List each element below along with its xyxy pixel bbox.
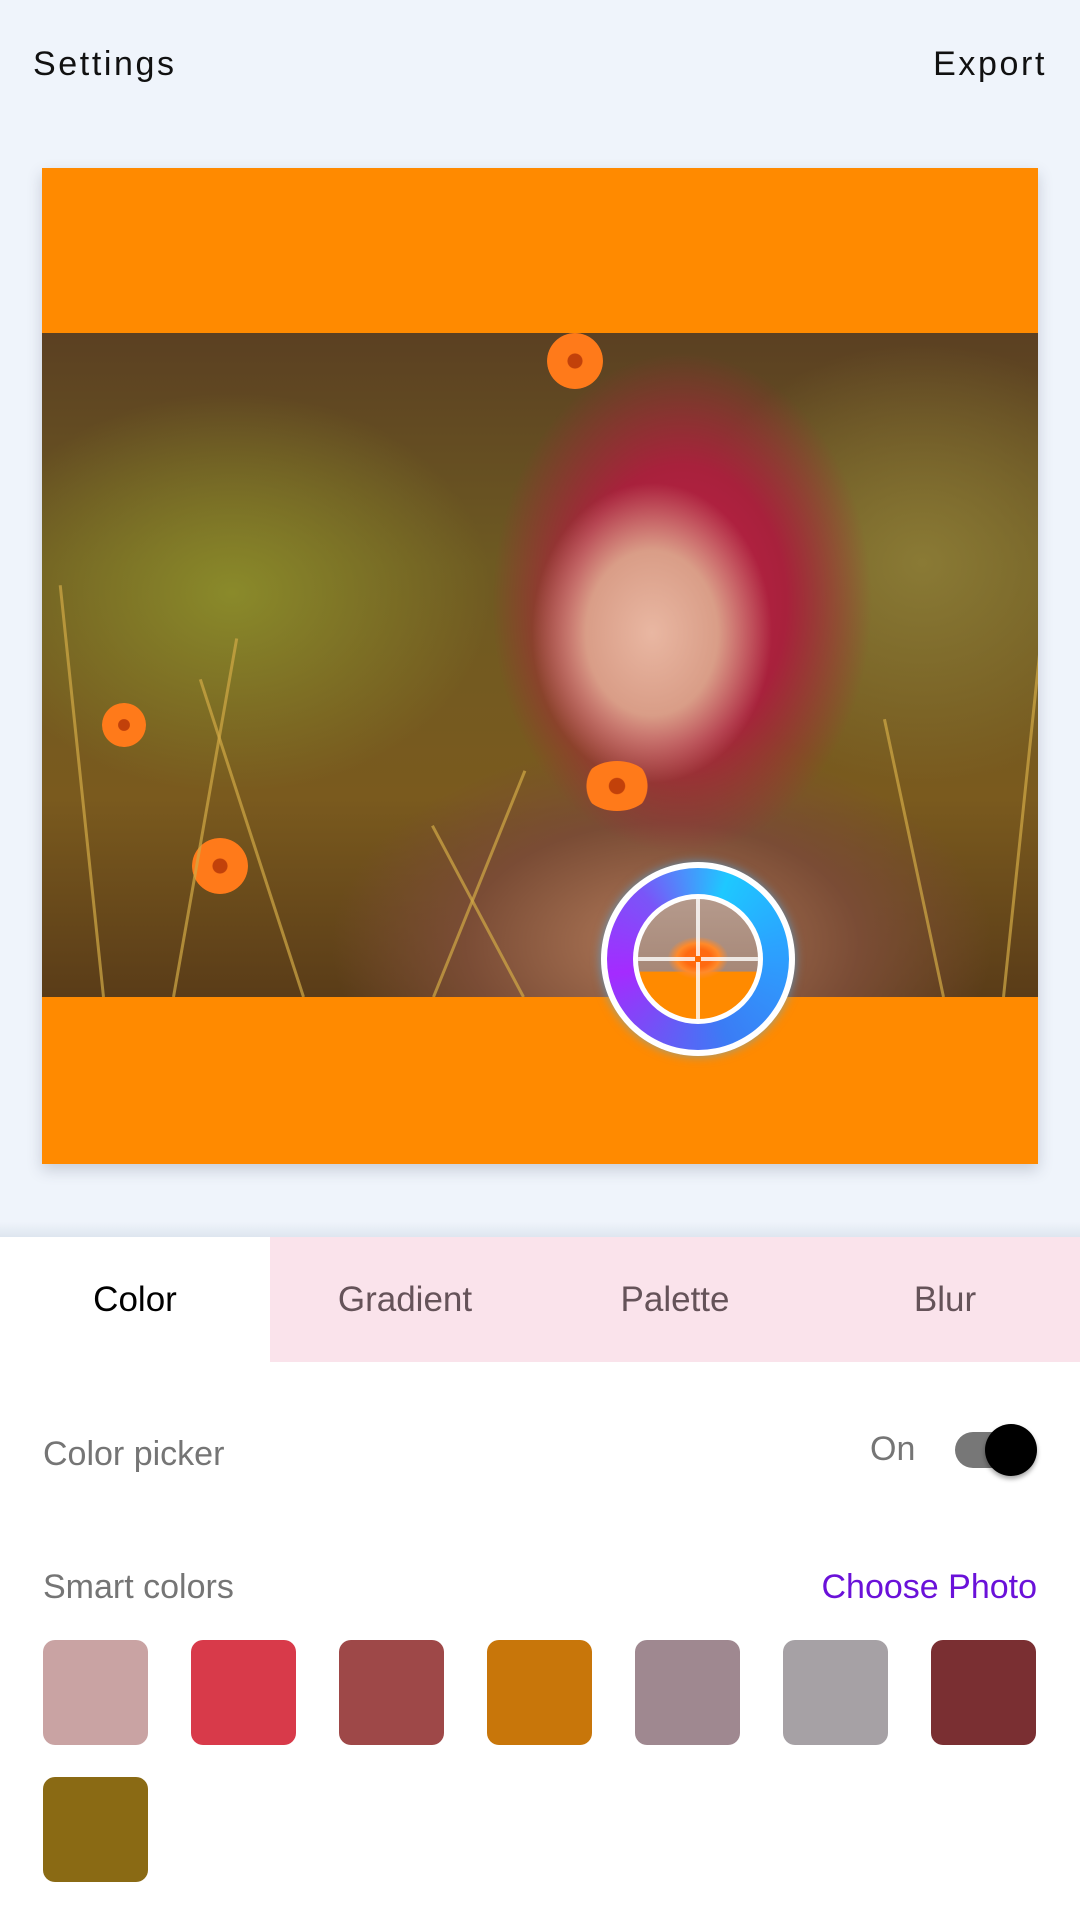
tab-gradient[interactable]: Gradient: [270, 1237, 540, 1362]
color-swatch[interactable]: [43, 1640, 148, 1745]
top-bar: Settings Export: [0, 0, 1080, 130]
color-picker-handle[interactable]: [601, 862, 795, 1056]
tab-color[interactable]: Color: [0, 1237, 270, 1362]
crosshair-center: [695, 956, 701, 962]
toggle-thumb: [985, 1424, 1037, 1476]
color-swatch[interactable]: [43, 1777, 148, 1882]
color-swatch[interactable]: [339, 1640, 444, 1745]
tab-blur[interactable]: Blur: [810, 1237, 1080, 1362]
tab-palette[interactable]: Palette: [540, 1237, 810, 1362]
photo: [42, 333, 1038, 997]
flower-decoration: [582, 761, 652, 811]
color-picker-toggle[interactable]: [955, 1422, 1039, 1478]
export-button[interactable]: Export: [933, 40, 1047, 88]
color-swatch[interactable]: [931, 1640, 1036, 1745]
grass-stem: [58, 585, 105, 997]
tab-bar: Color Gradient Palette Blur: [0, 1237, 1080, 1362]
choose-photo-link[interactable]: Choose Photo: [822, 1568, 1038, 1607]
canvas-preview[interactable]: [42, 168, 1038, 1164]
toggle-state-label: On: [870, 1430, 916, 1468]
flower-decoration: [547, 333, 603, 389]
grass-stem: [432, 770, 527, 997]
color-swatch[interactable]: [783, 1640, 888, 1745]
flower-decoration: [102, 703, 146, 747]
picker-lens: [638, 899, 758, 1019]
grass-stem: [1002, 634, 1038, 997]
color-swatch[interactable]: [487, 1640, 592, 1745]
color-picker-label: Color picker: [43, 1435, 225, 1473]
settings-button[interactable]: Settings: [33, 40, 177, 88]
smart-colors-label: Smart colors: [43, 1568, 234, 1606]
grass-stem: [882, 718, 945, 997]
color-swatch[interactable]: [635, 1640, 740, 1745]
bottom-panel: Color Gradient Palette Blur Color picker…: [0, 1237, 1080, 1920]
color-swatch[interactable]: [191, 1640, 296, 1745]
